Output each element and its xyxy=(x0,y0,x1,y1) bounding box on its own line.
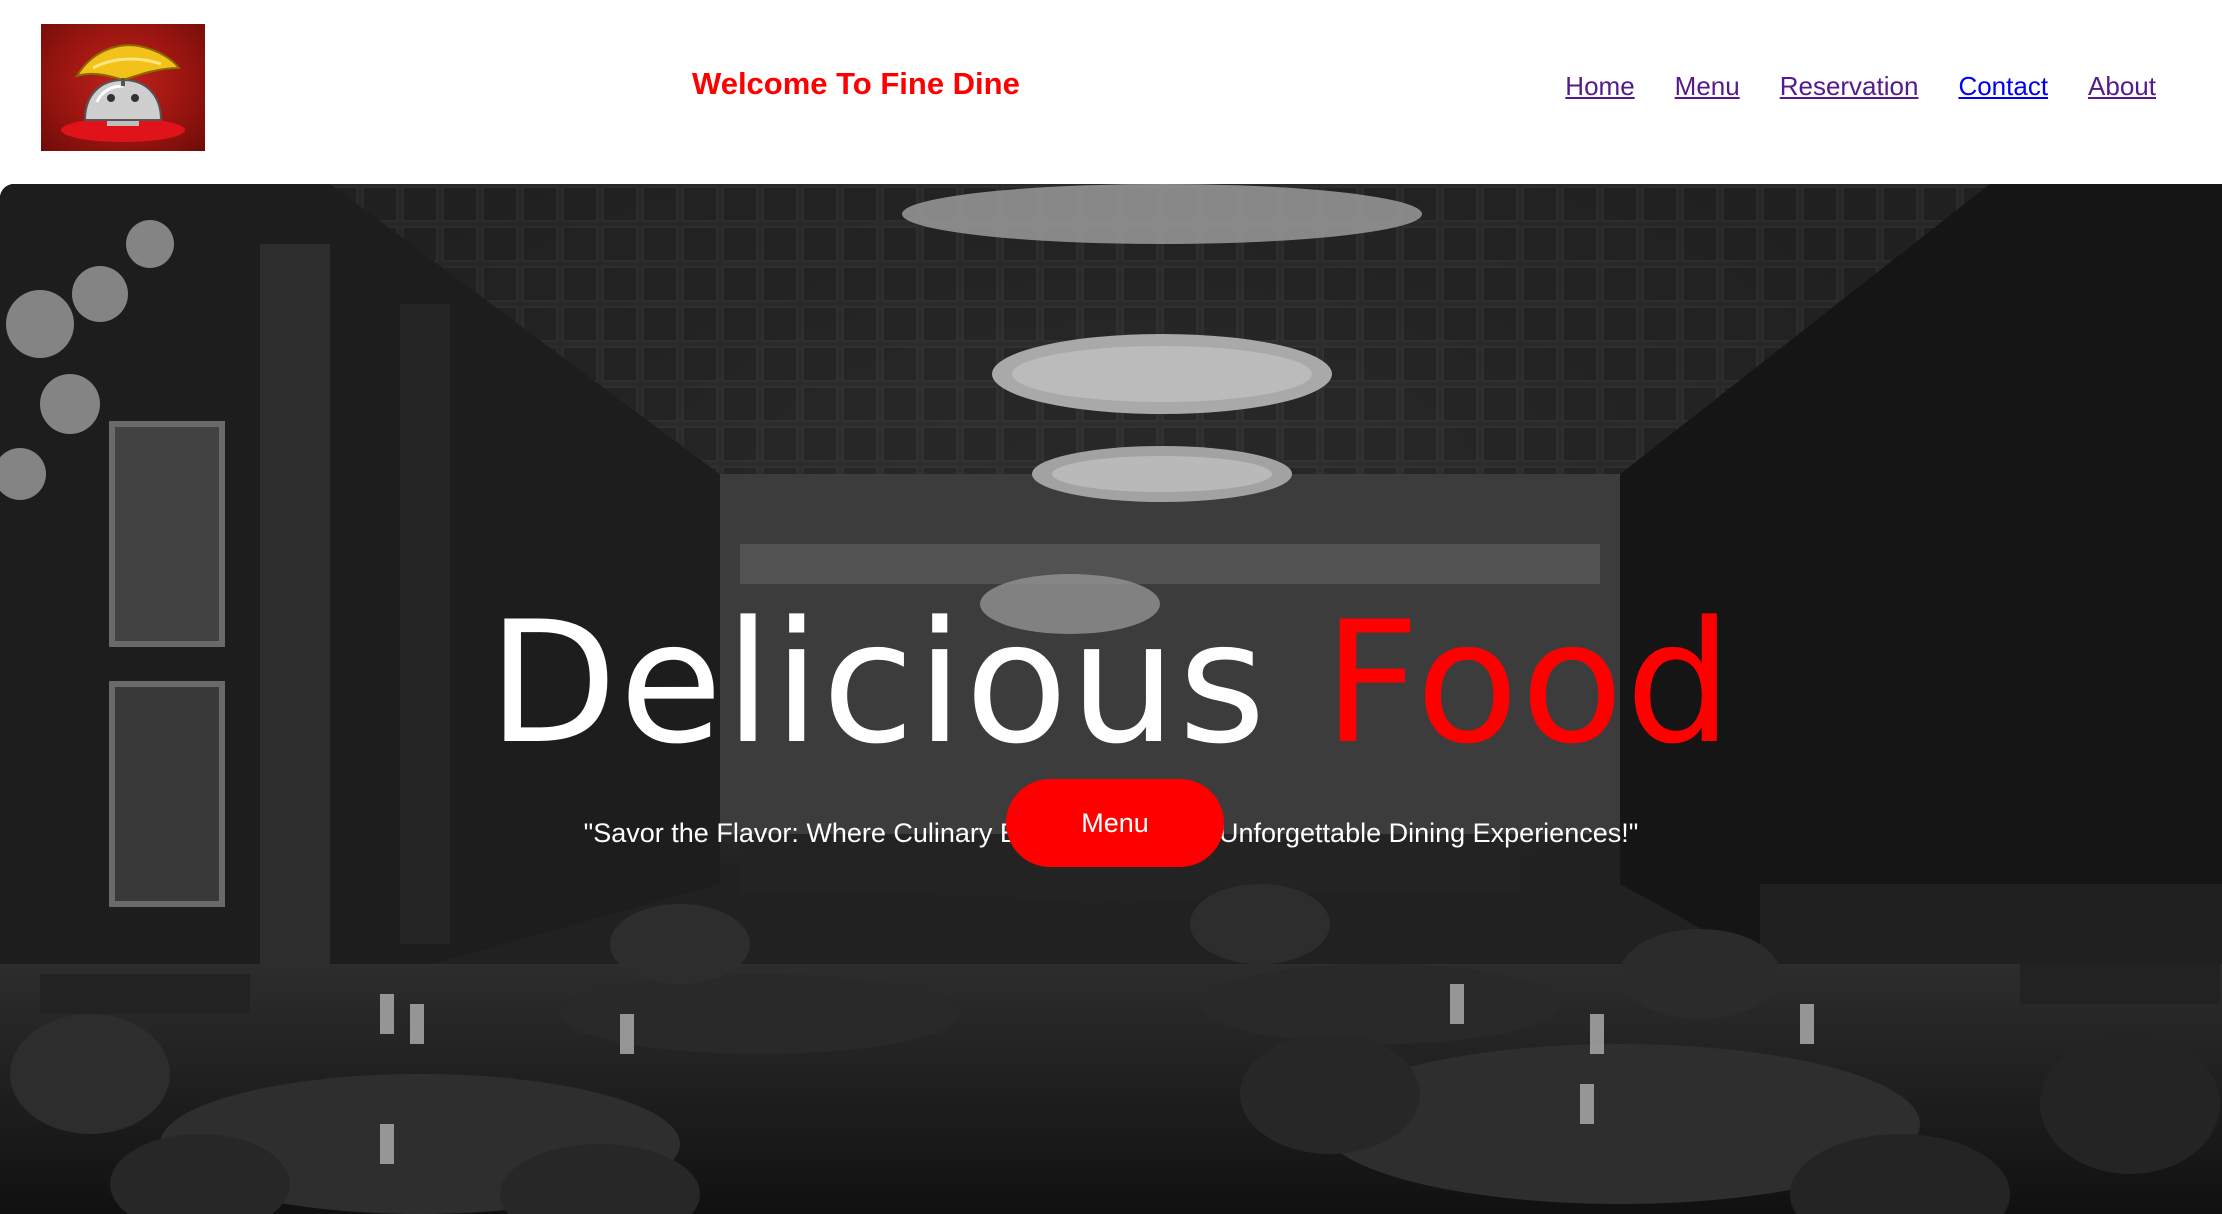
nav-link-menu[interactable]: Menu xyxy=(1675,71,1740,102)
site-title: Welcome To Fine Dine xyxy=(692,66,1020,101)
headline-word-delicious: Delicious xyxy=(487,585,1268,781)
nav-link-home[interactable]: Home xyxy=(1565,71,1634,102)
main-nav: Home Menu Reservation Contact About xyxy=(1565,71,2156,102)
menu-button[interactable]: Menu xyxy=(1006,779,1224,867)
nav-link-about[interactable]: About xyxy=(2088,71,2156,102)
hero-section: Delicious Food "Savor the Flavor: Where … xyxy=(0,184,2222,1214)
site-header: Welcome To Fine Dine Home Menu Reservati… xyxy=(0,0,2222,184)
headline-word-food: Food xyxy=(1323,585,1735,781)
hero-headline: Delicious Food xyxy=(0,599,2222,767)
nav-link-contact[interactable]: Contact xyxy=(1958,71,2048,102)
chef-hat-cloche-icon xyxy=(61,44,185,142)
logo[interactable] xyxy=(41,24,205,151)
nav-link-reservation[interactable]: Reservation xyxy=(1780,71,1919,102)
